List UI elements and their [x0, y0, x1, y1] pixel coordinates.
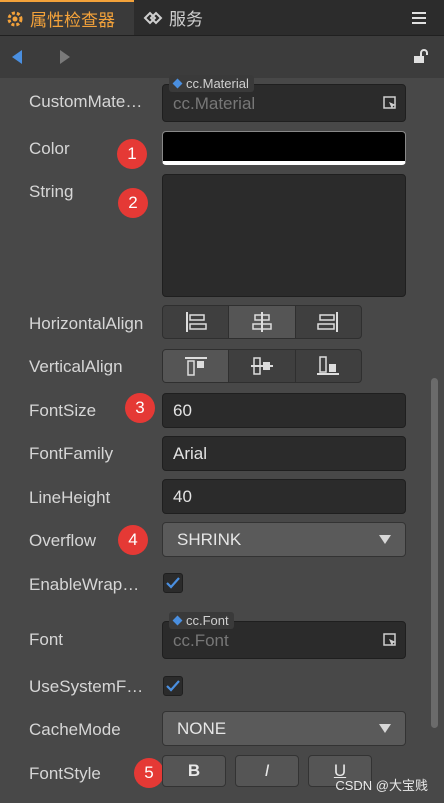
font-type-tag: cc.Font [169, 612, 234, 629]
watermark: CSDN @大宝贱 [335, 778, 428, 793]
use-system-font-label: UseSystemF… [29, 677, 144, 696]
valign-top-button[interactable] [163, 350, 230, 382]
valign-top-icon [184, 357, 207, 376]
tab-bar: 属性检查器 服务 [0, 0, 444, 36]
align-left-icon [185, 312, 207, 332]
overflow-value: SHRINK [177, 529, 242, 549]
material-type-tag: cc.Material [169, 75, 254, 92]
menu-icon[interactable] [412, 9, 426, 27]
vertical-align-label: VerticalAlign [29, 357, 123, 376]
gear-icon [6, 10, 24, 28]
checkmark-icon [166, 577, 180, 589]
scrollbar[interactable] [431, 378, 438, 728]
marker-badge-4: 4 [118, 525, 148, 555]
forward-arrow-icon[interactable] [60, 50, 70, 64]
align-right-icon [317, 312, 339, 332]
dropdown-caret-icon [379, 724, 391, 733]
font-style-label: FontStyle [29, 764, 101, 783]
material-tag-text: cc.Material [186, 76, 249, 91]
horizontal-align-group [162, 305, 362, 339]
font-family-label: FontFamily [29, 444, 114, 463]
cache-mode-select[interactable]: NONE [162, 711, 406, 746]
asset-picker-icon[interactable] [383, 95, 397, 115]
tab-services-label: 服务 [169, 10, 203, 29]
align-center-icon [252, 312, 272, 332]
valign-bottom-icon [317, 356, 340, 375]
string-textarea[interactable] [162, 174, 406, 297]
valign-middle-button[interactable] [229, 350, 296, 382]
font-tag-text: cc.Font [186, 613, 229, 628]
material-placeholder: cc.Material [173, 94, 256, 113]
align-right-button[interactable] [296, 306, 361, 338]
overflow-select[interactable]: SHRINK [162, 522, 406, 557]
nav-bar [0, 36, 444, 78]
services-icon [143, 11, 163, 25]
use-system-font-checkbox[interactable] [163, 676, 183, 696]
marker-badge-3: 3 [125, 393, 155, 423]
marker-badge-1: 1 [117, 139, 147, 169]
enable-wrap-label: EnableWrap… [29, 575, 140, 594]
unlock-icon[interactable] [412, 48, 428, 69]
marker-badge-5: 5 [134, 758, 164, 788]
checkmark-icon [166, 680, 180, 692]
align-center-button[interactable] [229, 306, 296, 338]
valign-middle-icon [250, 357, 273, 375]
font-asset-field[interactable]: cc.Font cc.Font [162, 612, 406, 659]
color-swatch[interactable] [162, 131, 406, 165]
font-label: Font [29, 630, 64, 649]
bold-button[interactable]: B [162, 755, 226, 787]
back-arrow-icon[interactable] [12, 50, 22, 64]
custom-material-label: CustomMate… [29, 92, 143, 111]
marker-badge-2: 2 [118, 188, 148, 218]
cache-mode-label: CacheMode [29, 720, 121, 739]
italic-button[interactable]: I [235, 755, 299, 787]
color-label: Color [29, 139, 70, 158]
horizontal-align-label: HorizontalAlign [29, 314, 144, 333]
enable-wrap-checkbox[interactable] [163, 573, 183, 593]
string-label: String [29, 182, 74, 201]
cache-mode-value: NONE [177, 718, 227, 738]
font-size-input[interactable]: 60 [162, 393, 406, 428]
line-height-label: LineHeight [29, 488, 111, 507]
valign-bottom-button[interactable] [296, 350, 361, 382]
custom-material-field[interactable]: cc.Material cc.Material [162, 75, 406, 122]
tab-inspector-label: 属性检查器 [30, 11, 115, 30]
dropdown-caret-icon [379, 535, 391, 544]
overflow-label: Overflow [29, 531, 97, 550]
font-placeholder: cc.Font [173, 631, 229, 650]
align-left-button[interactable] [163, 306, 230, 338]
font-size-label: FontSize [29, 401, 97, 420]
asset-picker-icon[interactable] [383, 632, 397, 652]
tab-services[interactable]: 服务 [137, 0, 213, 35]
line-height-input[interactable]: 40 [162, 479, 406, 514]
vertical-align-group [162, 349, 362, 383]
font-family-input[interactable]: Arial [162, 436, 406, 471]
tab-inspector[interactable]: 属性检查器 [0, 0, 134, 35]
